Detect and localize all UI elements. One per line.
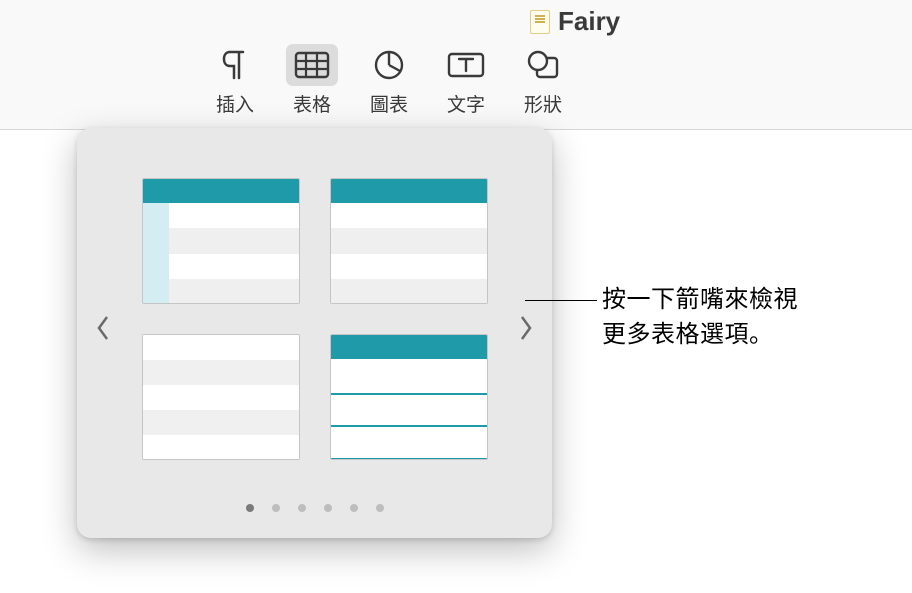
- pilcrow-icon: [209, 44, 261, 86]
- table-styles-popover: [77, 128, 552, 538]
- page-dots: [77, 504, 552, 512]
- next-page-arrow[interactable]: [506, 308, 546, 348]
- document-title: Fairy: [558, 6, 620, 37]
- callout-line-2: 更多表格選項。: [602, 321, 774, 348]
- text-button[interactable]: 文字: [431, 38, 501, 123]
- document-icon: [530, 10, 550, 34]
- callout-text: 按一下箭嘴來檢視 更多表格選項。: [602, 283, 798, 353]
- table-button[interactable]: 表格: [277, 38, 347, 123]
- page-dot-3[interactable]: [298, 504, 306, 512]
- table-style-grid: [142, 178, 487, 460]
- shape-button[interactable]: 形狀: [508, 38, 578, 123]
- page-dot-6[interactable]: [376, 504, 384, 512]
- page-dot-5[interactable]: [350, 504, 358, 512]
- table-style-4[interactable]: [330, 334, 488, 460]
- page-dot-1[interactable]: [246, 504, 254, 512]
- previous-page-arrow[interactable]: [83, 308, 123, 348]
- table-label: 表格: [293, 90, 331, 117]
- table-style-1[interactable]: [142, 178, 300, 304]
- insert-label: 插入: [216, 90, 254, 117]
- chart-button[interactable]: 圖表: [354, 38, 424, 123]
- table-style-3[interactable]: [142, 334, 300, 460]
- document-title-area: Fairy: [530, 0, 620, 37]
- textbox-icon: [440, 44, 492, 86]
- chart-label: 圖表: [370, 90, 408, 117]
- callout-line-1: 按一下箭嘴來檢視: [602, 286, 798, 313]
- text-label: 文字: [447, 90, 485, 117]
- page-dot-4[interactable]: [324, 504, 332, 512]
- shapes-icon: [517, 44, 569, 86]
- piechart-icon: [363, 44, 415, 86]
- table-style-2[interactable]: [330, 178, 488, 304]
- shape-label: 形狀: [524, 90, 562, 117]
- table-icon: [286, 44, 338, 86]
- toolbar-buttons: 插入 表格 圖表 文字 形狀: [200, 38, 578, 123]
- page-dot-2[interactable]: [272, 504, 280, 512]
- callout-leader-line: [525, 300, 597, 301]
- insert-button[interactable]: 插入: [200, 38, 270, 123]
- toolbar: Fairy 插入 表格 圖表 文字: [0, 0, 912, 130]
